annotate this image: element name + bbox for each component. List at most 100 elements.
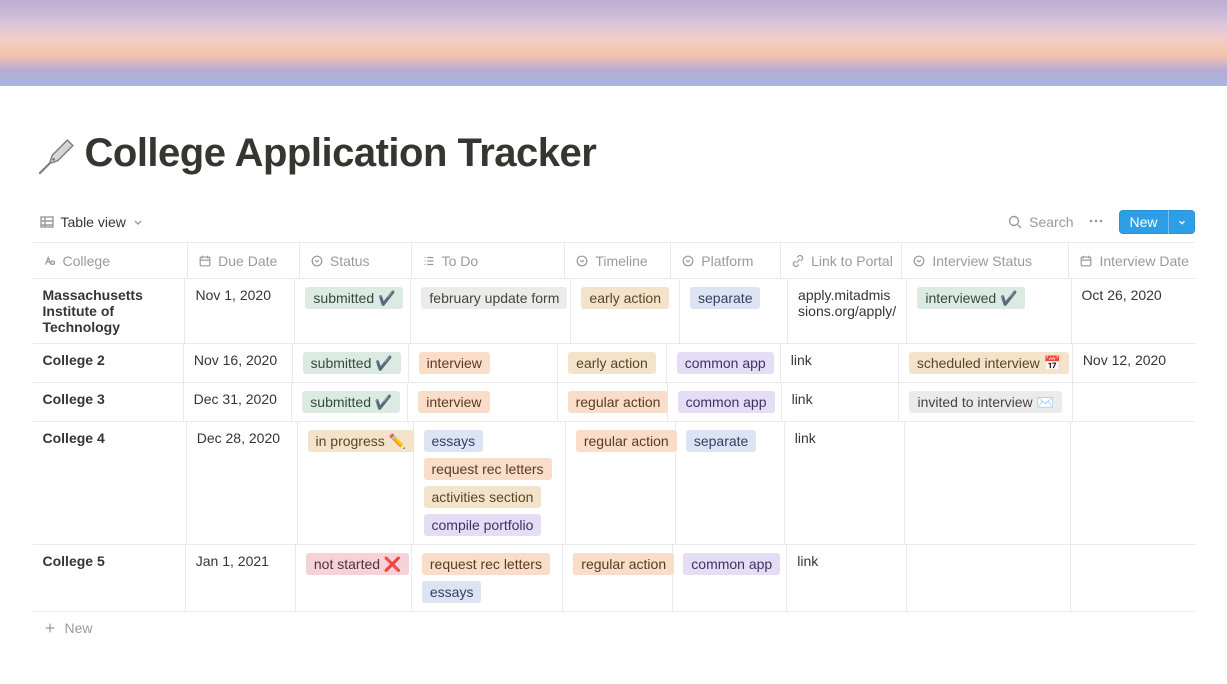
portal-link[interactable]: link [792,391,813,407]
column-header-timeline[interactable]: Timeline [565,243,671,278]
cell-timeline[interactable]: regular action [558,383,668,421]
column-header-todo[interactable]: To Do [412,243,566,278]
column-header-due[interactable]: Due Date [188,243,300,278]
college-name[interactable]: Massachusetts Institute of Technology [43,287,175,335]
cell-todo[interactable]: essays request rec letters activities sect… [414,422,566,544]
cell-due-date[interactable]: Jan 1, 2021 [186,545,296,611]
cell-link[interactable]: apply.mitadmissions.org/apply/ [788,279,907,343]
tag[interactable]: invited to interview ✉️ [909,391,1062,413]
tag[interactable]: activities section [424,486,542,508]
cell-due-date[interactable]: Dec 31, 2020 [184,383,293,421]
cell-todo[interactable]: interview [408,383,557,421]
tag[interactable]: early action [581,287,669,309]
cell-timeline[interactable]: early action [558,344,667,382]
new-button-dropdown[interactable] [1168,210,1195,234]
cell-status[interactable]: not started ❌ [296,545,412,611]
cell-platform[interactable]: separate [676,422,785,544]
search-button[interactable]: Search [1007,214,1073,230]
tag[interactable]: in progress ✏️ [308,430,415,452]
page-title[interactable]: College Application Tracker [85,131,597,176]
more-options-button[interactable] [1083,211,1109,234]
cell-interview-status[interactable] [907,545,1072,611]
column-header-link[interactable]: Link to Portal [781,243,902,278]
cell-interview-date[interactable] [1071,422,1195,544]
tag[interactable]: essays [422,581,482,603]
portal-link[interactable]: apply.mitadmissions.org/apply/ [798,287,896,319]
tag[interactable]: regular action [573,553,674,575]
page-icon-fountain-pen[interactable] [33,136,77,180]
tag[interactable]: submitted ✔️ [305,287,403,309]
cell-interview-status[interactable]: interviewed ✔️ [907,279,1071,343]
table-row[interactable]: College 2Nov 16, 2020 submitted ✔️ intervi… [33,344,1195,383]
cell-due-date[interactable]: Dec 28, 2020 [187,422,298,544]
tag[interactable]: common app [683,553,780,575]
tag[interactable]: request rec letters [424,458,552,480]
tag[interactable]: february update form [421,287,567,309]
cell-link[interactable]: link [782,383,900,421]
cell-college[interactable]: College 4 [33,422,187,544]
tag[interactable]: regular action [576,430,677,452]
tag[interactable]: interview [419,352,490,374]
portal-link[interactable]: link [797,553,818,569]
cell-timeline[interactable]: regular action [566,422,676,544]
view-switcher[interactable]: Table view [33,210,150,234]
tag[interactable]: scheduled interview 📅 [909,352,1069,374]
cell-timeline[interactable]: regular action [563,545,673,611]
cell-timeline[interactable]: early action [571,279,680,343]
tag[interactable]: request rec letters [422,553,550,575]
cell-link[interactable]: link [785,422,905,544]
portal-link[interactable]: link [791,352,812,368]
cell-due-date[interactable]: Nov 16, 2020 [184,344,293,382]
cell-interview-date[interactable]: Oct 26, 2020 [1072,279,1195,343]
tag[interactable]: separate [690,287,760,309]
cell-interview-status[interactable]: invited to interview ✉️ [899,383,1073,421]
cell-todo[interactable]: february update form [411,279,571,343]
cell-interview-status[interactable]: scheduled interview 📅 [899,344,1073,382]
tag[interactable]: common app [678,391,775,413]
cell-interview-date[interactable]: Nov 12, 2020 [1073,344,1195,382]
table-row[interactable]: College 5Jan 1, 2021not started ❌request… [33,545,1195,612]
cell-college[interactable]: Massachusetts Institute of Technology [33,279,186,343]
cell-status[interactable]: submitted ✔️ [293,344,409,382]
tag[interactable]: essays [424,430,484,452]
table-row[interactable]: College 3 Dec 31, 2020 submitted ✔️ intervi… [33,383,1195,422]
cell-platform[interactable]: common app [667,344,781,382]
table-row[interactable]: College 4Dec 28, 2020in progress ✏️essay… [33,422,1195,545]
tag[interactable]: submitted ✔️ [303,352,401,374]
cell-platform[interactable]: common app [673,545,787,611]
column-header-interview-date[interactable]: Interview Date [1069,243,1194,278]
tag[interactable]: regular action [568,391,669,413]
cell-todo[interactable]: request rec letters essays [412,545,563,611]
new-button[interactable]: New [1119,210,1194,234]
tag[interactable]: not started ❌ [306,553,409,575]
tag[interactable]: separate [686,430,756,452]
portal-link[interactable]: link [795,430,816,446]
column-header-interview-status[interactable]: Interview Status [902,243,1069,278]
cell-interview-date[interactable] [1071,545,1194,611]
column-header-status[interactable]: Status [300,243,412,278]
cell-college[interactable]: College 3 [33,383,184,421]
cell-due-date[interactable]: Nov 1, 2020 [185,279,295,343]
college-name[interactable]: College 4 [43,430,105,446]
cell-todo[interactable]: interview [409,344,559,382]
tag[interactable]: common app [677,352,774,374]
tag[interactable]: interviewed ✔️ [917,287,1025,309]
tag[interactable]: compile portfolio [424,514,542,536]
tag[interactable]: interview [418,391,489,413]
cell-status[interactable]: submitted ✔️ [295,279,411,343]
add-row-button[interactable]: New [33,612,1195,644]
cell-platform[interactable]: separate [680,279,788,343]
cell-college[interactable]: College 5 [33,545,186,611]
column-header-college[interactable]: College [33,243,189,278]
cell-status[interactable]: submitted ✔️ [292,383,408,421]
tag[interactable]: submitted ✔️ [302,391,400,413]
college-name[interactable]: College 3 [43,391,105,407]
cell-interview-status[interactable] [905,422,1071,544]
college-name[interactable]: College 5 [43,553,105,569]
cell-link[interactable]: link [781,344,899,382]
cell-college[interactable]: College 2 [33,344,184,382]
table-row[interactable]: Massachusetts Institute of TechnologyNov… [33,279,1195,344]
cell-platform[interactable]: common app [668,383,782,421]
tag[interactable]: early action [568,352,656,374]
cell-status[interactable]: in progress ✏️ [298,422,414,544]
